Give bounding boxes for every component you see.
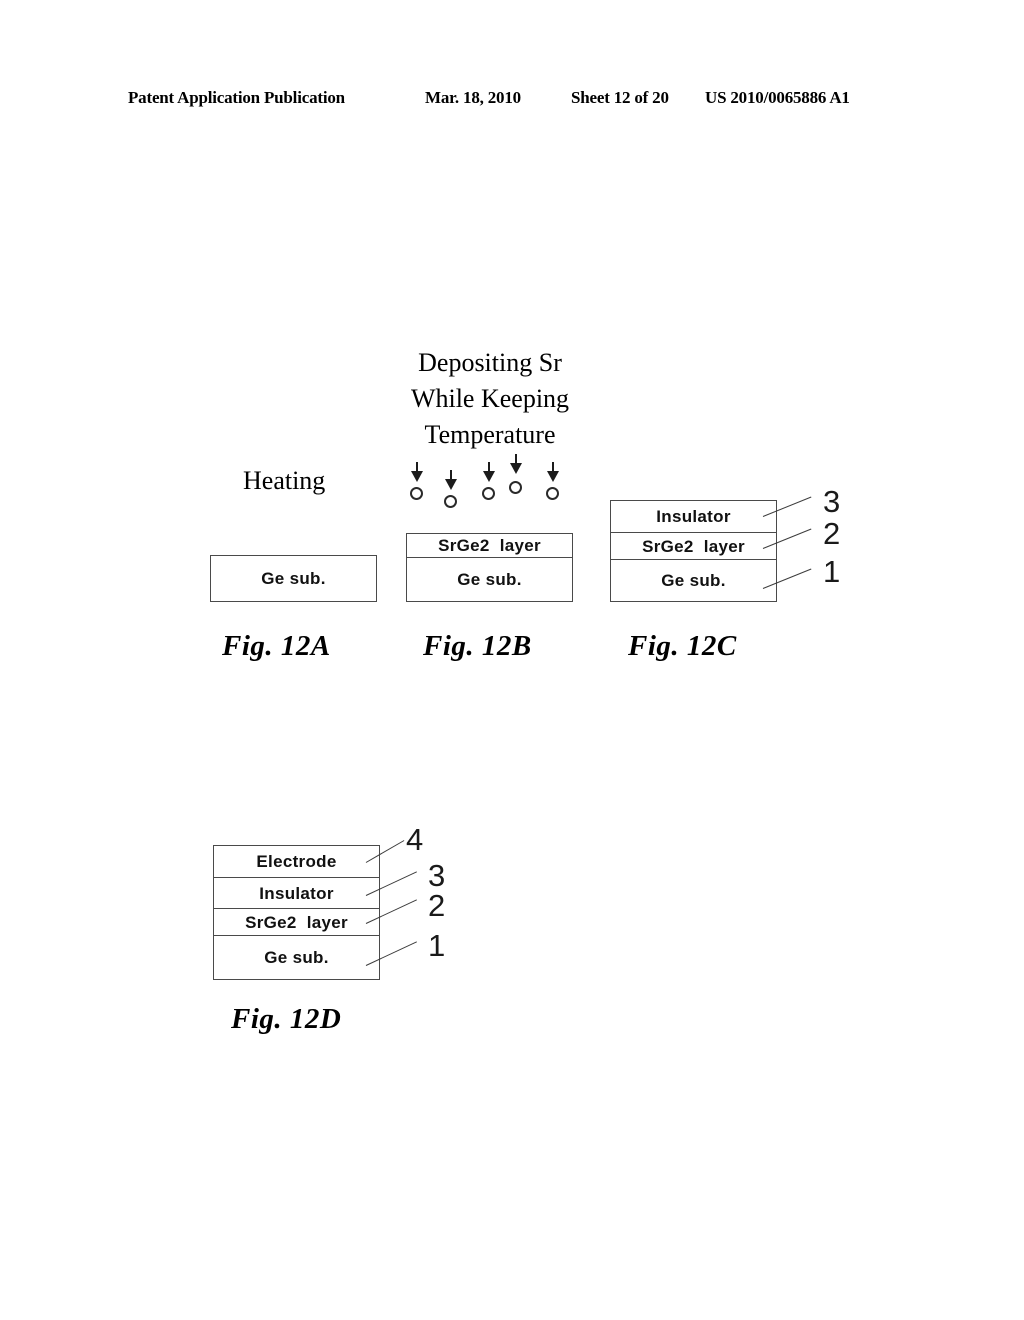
depositing-label-line1: Depositing Sr <box>418 348 562 377</box>
figure-12d-stack: Electrode Insulator SrGe2 layer Ge sub. <box>213 845 380 980</box>
layer-ge-sub: Ge sub. <box>210 555 377 602</box>
reference-numeral-3: 3 <box>428 858 446 893</box>
sr-atom-icon <box>410 487 423 500</box>
layer-srge2: SrGe2 layer <box>610 532 777 560</box>
reference-numeral-3: 3 <box>823 484 841 519</box>
depositing-label-line2: While Keeping <box>410 384 570 413</box>
layer-label: Insulator <box>259 883 334 903</box>
figure-12b-caption: Fig. 12B <box>423 630 532 662</box>
figure-12a-caption: Fig. 12A <box>222 630 331 662</box>
layer-label: Ge sub. <box>264 948 329 967</box>
figure-12c-stack: Insulator SrGe2 layer Ge sub. <box>610 500 777 602</box>
heating-label: Heating <box>243 466 326 495</box>
sr-atom-icon <box>482 487 495 500</box>
layer-label: Insulator <box>656 507 731 526</box>
reference-numeral-2: 2 <box>823 516 841 551</box>
header-patent-number: US 2010/0065886 A1 <box>705 88 850 107</box>
layer-ge-sub: Ge sub. <box>213 935 380 980</box>
layer-srge2: SrGe2 layer <box>213 908 380 936</box>
depositing-label-line3: Temperature <box>424 420 556 449</box>
figure-12c-caption: Fig. 12C <box>628 630 737 662</box>
layer-label: Ge sub. <box>661 571 726 590</box>
reference-numeral-1: 1 <box>823 554 841 589</box>
layer-insulator: Insulator <box>610 500 777 533</box>
header-sheet-text: Sheet 12 of 20 <box>571 88 669 107</box>
header-publication-text: Patent Application Publication <box>128 88 345 107</box>
layer-label: SrGe2 layer <box>642 536 745 556</box>
figure-12a-stack: Ge sub. <box>210 555 377 602</box>
layer-label: Electrode <box>256 852 337 871</box>
layer-label: Ge sub. <box>457 570 522 589</box>
reference-numeral-2: 2 <box>428 888 446 923</box>
sr-atom-icon <box>509 481 522 494</box>
page-header: Patent Application Publication Mar. 18, … <box>128 88 896 112</box>
layer-ge-sub: Ge sub. <box>610 559 777 602</box>
figure-12d-caption: Fig. 12D <box>231 1003 342 1035</box>
layer-srge2: SrGe2 layer <box>406 533 573 558</box>
layer-electrode: Electrode <box>213 845 380 878</box>
layer-label: Ge sub. <box>261 569 326 588</box>
layer-label: SrGe2 layer <box>438 536 541 555</box>
reference-numeral-1: 1 <box>428 928 446 963</box>
header-date-text: Mar. 18, 2010 <box>425 88 521 107</box>
layer-ge-sub: Ge sub. <box>406 557 573 602</box>
sr-atom-icon <box>444 495 457 508</box>
layer-label: SrGe2 layer <box>245 912 348 932</box>
layer-insulator: Insulator <box>213 877 380 909</box>
reference-numeral-4: 4 <box>406 822 424 857</box>
figure-12b-stack: SrGe2 layer Ge sub. <box>406 533 573 602</box>
sr-atom-icon <box>546 487 559 500</box>
